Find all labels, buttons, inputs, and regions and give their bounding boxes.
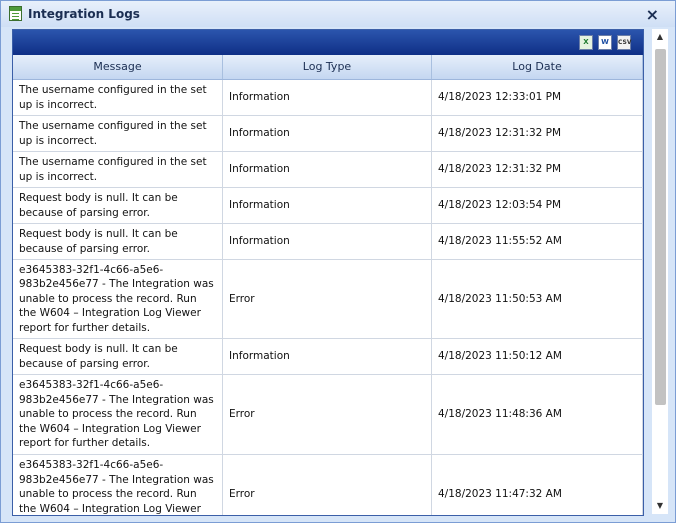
log-date-cell: 4/18/2023 11:55:52 AM bbox=[432, 224, 643, 259]
column-header-log-type[interactable]: Log Type bbox=[223, 55, 432, 79]
log-date-cell: 4/18/2023 11:48:36 AM bbox=[432, 375, 643, 454]
log-date-cell: 4/18/2023 12:33:01 PM bbox=[432, 80, 643, 115]
column-header-message[interactable]: Message bbox=[13, 55, 223, 79]
grid-header: Message Log Type Log Date bbox=[13, 55, 643, 80]
scroll-down-icon[interactable]: ▼ bbox=[652, 498, 668, 514]
log-date-cell: 4/18/2023 12:31:32 PM bbox=[432, 116, 643, 151]
table-row[interactable]: Request body is null. It can be because … bbox=[13, 224, 643, 260]
grid-toolbar: X W CSV bbox=[13, 30, 643, 55]
log-type-cell: Information bbox=[223, 188, 432, 223]
message-cell: The username configured in the set up is… bbox=[13, 80, 223, 115]
log-date-cell: 4/18/2023 12:03:54 PM bbox=[432, 188, 643, 223]
message-cell: The username configured in the set up is… bbox=[13, 116, 223, 151]
log-date-cell: 4/18/2023 11:47:32 AM bbox=[432, 455, 643, 515]
vertical-scrollbar[interactable]: ▲ ▼ bbox=[652, 29, 668, 514]
scrollbar-thumb[interactable] bbox=[655, 49, 666, 405]
message-cell: Request body is null. It can be because … bbox=[13, 188, 223, 223]
export-csv-icon[interactable]: CSV bbox=[617, 35, 631, 50]
scroll-up-icon[interactable]: ▲ bbox=[652, 29, 668, 45]
log-document-icon bbox=[9, 6, 22, 21]
logs-grid-panel: X W CSV Message Log Type Log Date The us… bbox=[12, 29, 644, 516]
message-cell: e3645383-32f1-4c66-a5e6-983b2e456e77 - T… bbox=[13, 455, 223, 515]
close-button[interactable]: × bbox=[646, 5, 659, 24]
table-row[interactable]: e3645383-32f1-4c66-a5e6-983b2e456e77 - T… bbox=[13, 260, 643, 339]
log-type-cell: Error bbox=[223, 455, 432, 515]
column-header-log-date[interactable]: Log Date bbox=[432, 55, 643, 79]
window-title: Integration Logs bbox=[28, 7, 140, 21]
message-cell: Request body is null. It can be because … bbox=[13, 224, 223, 259]
integration-logs-window: Integration Logs × X W CSV Message Log T… bbox=[0, 0, 676, 523]
log-type-cell: Error bbox=[223, 375, 432, 454]
log-date-cell: 4/18/2023 11:50:53 AM bbox=[432, 260, 643, 338]
table-row[interactable]: Request body is null. It can be because … bbox=[13, 188, 643, 224]
log-date-cell: 4/18/2023 12:31:32 PM bbox=[432, 152, 643, 187]
export-excel-icon[interactable]: X bbox=[579, 35, 593, 50]
log-date-cell: 4/18/2023 11:50:12 AM bbox=[432, 339, 643, 374]
log-type-cell: Information bbox=[223, 224, 432, 259]
window-titlebar[interactable]: Integration Logs × bbox=[1, 1, 675, 27]
table-row[interactable]: The username configured in the set up is… bbox=[13, 152, 643, 188]
export-word-icon[interactable]: W bbox=[598, 35, 612, 50]
table-row[interactable]: The username configured in the set up is… bbox=[13, 80, 643, 116]
message-cell: Request body is null. It can be because … bbox=[13, 339, 223, 374]
table-row[interactable]: Request body is null. It can be because … bbox=[13, 339, 643, 375]
log-type-cell: Error bbox=[223, 260, 432, 338]
table-row[interactable]: e3645383-32f1-4c66-a5e6-983b2e456e77 - T… bbox=[13, 375, 643, 455]
message-cell: e3645383-32f1-4c66-a5e6-983b2e456e77 - T… bbox=[13, 260, 223, 338]
log-type-cell: Information bbox=[223, 152, 432, 187]
message-cell: e3645383-32f1-4c66-a5e6-983b2e456e77 - T… bbox=[13, 375, 223, 454]
table-row[interactable]: e3645383-32f1-4c66-a5e6-983b2e456e77 - T… bbox=[13, 455, 643, 515]
log-type-cell: Information bbox=[223, 116, 432, 151]
message-cell: The username configured in the set up is… bbox=[13, 152, 223, 187]
grid-rows: The username configured in the set up is… bbox=[13, 80, 643, 515]
log-type-cell: Information bbox=[223, 80, 432, 115]
table-row[interactable]: The username configured in the set up is… bbox=[13, 116, 643, 152]
log-type-cell: Information bbox=[223, 339, 432, 374]
